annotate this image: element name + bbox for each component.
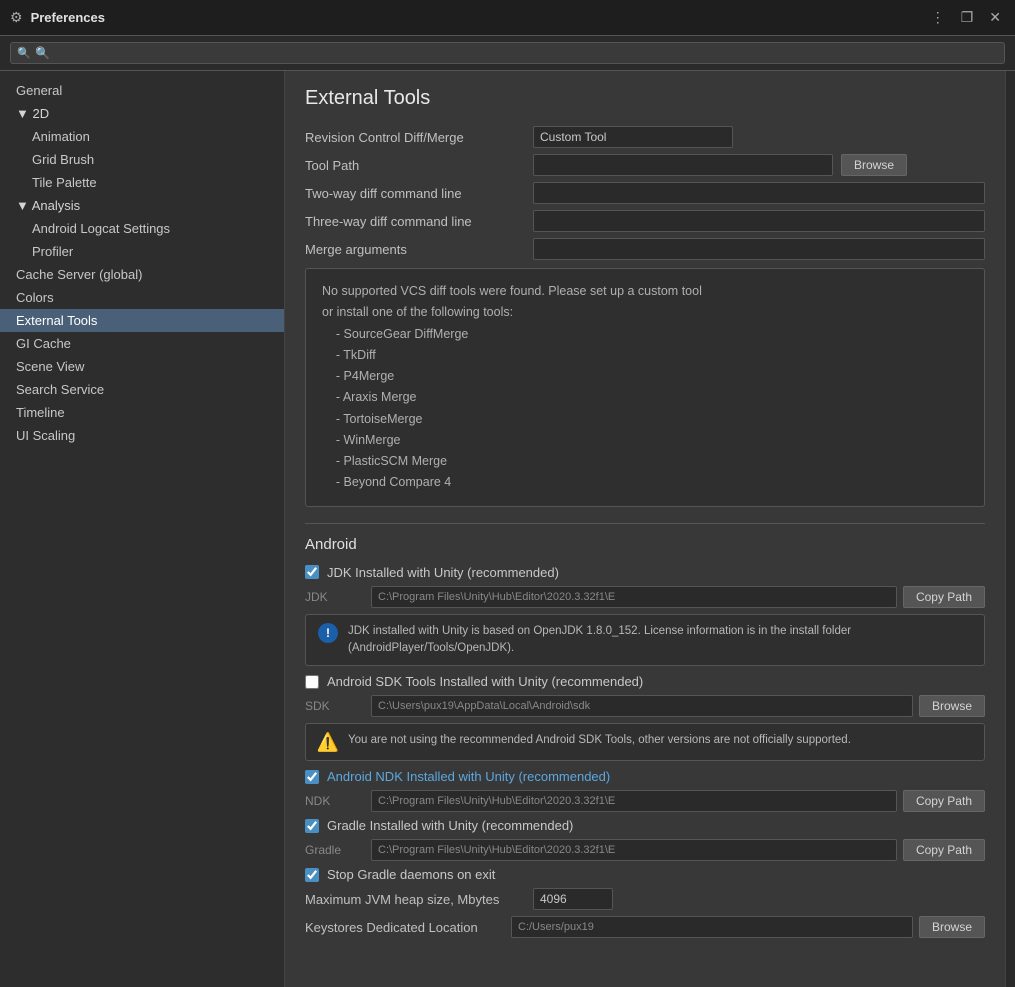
- sdk-path-row: SDK Browse: [305, 695, 985, 717]
- more-options-button[interactable]: ⋮: [927, 7, 949, 28]
- stop-gradle-label[interactable]: Stop Gradle daemons on exit: [327, 867, 495, 882]
- sdk-path-input[interactable]: [371, 695, 913, 717]
- sidebar-item-ui-scaling[interactable]: UI Scaling: [0, 424, 284, 447]
- keystores-row: Keystores Dedicated Location Browse: [305, 916, 985, 938]
- sidebar-item-scene-view[interactable]: Scene View: [0, 355, 284, 378]
- content-area: External Tools Revision Control Diff/Mer…: [285, 71, 1005, 987]
- sidebar-item-analysis[interactable]: ▼ Analysis: [0, 194, 284, 217]
- gradle-checkbox[interactable]: [305, 819, 319, 833]
- sdk-warning-icon: ⚠️: [318, 732, 338, 752]
- two-way-diff-row: Two-way diff command line: [305, 182, 985, 204]
- sdk-browse-button[interactable]: Browse: [919, 695, 985, 717]
- jdk-info-text: JDK installed with Unity is based on Ope…: [348, 623, 972, 658]
- gradle-copy-path-button[interactable]: Copy Path: [903, 839, 985, 861]
- search-icon: 🔍: [17, 47, 31, 60]
- tool-path-row: Tool Path Browse: [305, 154, 985, 176]
- search-input[interactable]: [10, 42, 1005, 64]
- sidebar-item-external-tools[interactable]: External Tools: [0, 309, 284, 332]
- jdk-info-icon: !: [318, 623, 338, 643]
- ndk-checkbox-row: Android NDK Installed with Unity (recomm…: [305, 769, 985, 784]
- gradle-checkbox-label[interactable]: Gradle Installed with Unity (recommended…: [327, 818, 573, 833]
- sdk-warning-text: You are not using the recommended Androi…: [348, 732, 851, 749]
- merge-args-row: Merge arguments: [305, 238, 985, 260]
- keystores-path-input[interactable]: [511, 916, 913, 938]
- close-button[interactable]: ✕: [985, 7, 1005, 28]
- sidebar-item-2d[interactable]: ▼ 2D: [0, 102, 284, 125]
- sidebar-item-grid-brush[interactable]: Grid Brush: [0, 148, 284, 171]
- keystores-label: Keystores Dedicated Location: [305, 920, 505, 935]
- gradle-path-label: Gradle: [305, 843, 365, 857]
- window-title: Preferences: [31, 10, 105, 25]
- sdk-checkbox[interactable]: [305, 675, 319, 689]
- jdk-checkbox[interactable]: [305, 565, 319, 579]
- sidebar-item-gi-cache[interactable]: GI Cache: [0, 332, 284, 355]
- tool-path-input[interactable]: [533, 154, 833, 176]
- sidebar-item-cache-server[interactable]: Cache Server (global): [0, 263, 284, 286]
- jdk-copy-path-button[interactable]: Copy Path: [903, 586, 985, 608]
- sidebar-item-search-service[interactable]: Search Service: [0, 378, 284, 401]
- ndk-path-input[interactable]: [371, 790, 897, 812]
- sdk-checkbox-label[interactable]: Android SDK Tools Installed with Unity (…: [327, 674, 643, 689]
- stop-gradle-row: Stop Gradle daemons on exit: [305, 867, 985, 882]
- ndk-path-label: NDK: [305, 794, 365, 808]
- sdk-path-label: SDK: [305, 699, 365, 713]
- vcs-input[interactable]: [533, 126, 733, 148]
- merge-args-input[interactable]: [533, 238, 985, 260]
- sidebar-item-android-logcat[interactable]: Android Logcat Settings: [0, 217, 284, 240]
- maximize-button[interactable]: ❐: [957, 7, 978, 28]
- merge-args-label: Merge arguments: [305, 242, 525, 257]
- tool-path-browse-button[interactable]: Browse: [841, 154, 907, 176]
- three-way-diff-input[interactable]: [533, 210, 985, 232]
- ndk-copy-path-button[interactable]: Copy Path: [903, 790, 985, 812]
- ndk-checkbox-label[interactable]: Android NDK Installed with Unity (recomm…: [327, 769, 610, 784]
- jvm-heap-input[interactable]: [533, 888, 613, 910]
- sdk-warning-box: ⚠️ You are not using the recommended And…: [305, 723, 985, 761]
- tool-path-label: Tool Path: [305, 158, 525, 173]
- ndk-checkbox[interactable]: [305, 770, 319, 784]
- content-inner: External Tools Revision Control Diff/Mer…: [285, 71, 1005, 960]
- jdk-checkbox-label[interactable]: JDK Installed with Unity (recommended): [327, 565, 559, 580]
- three-way-diff-label: Three-way diff command line: [305, 214, 525, 229]
- three-way-diff-row: Three-way diff command line: [305, 210, 985, 232]
- gear-icon: ⚙: [10, 9, 23, 26]
- android-section-divider: Android: [305, 523, 985, 553]
- jvm-heap-label: Maximum JVM heap size, Mbytes: [305, 892, 525, 907]
- search-wrap: 🔍: [10, 42, 1005, 64]
- sidebar-item-profiler[interactable]: Profiler: [0, 240, 284, 263]
- jdk-checkbox-row: JDK Installed with Unity (recommended): [305, 565, 985, 580]
- jdk-path-input[interactable]: [371, 586, 897, 608]
- jdk-path-label: JDK: [305, 590, 365, 604]
- sdk-checkbox-row: Android SDK Tools Installed with Unity (…: [305, 674, 985, 689]
- two-way-diff-label: Two-way diff command line: [305, 186, 525, 201]
- vcs-info-text: No supported VCS diff tools were found. …: [322, 284, 702, 489]
- jdk-path-row: JDK Copy Path: [305, 586, 985, 608]
- title-bar: ⚙ Preferences ⋮ ❐ ✕: [0, 0, 1015, 36]
- search-bar: 🔍: [0, 36, 1015, 71]
- jvm-heap-row: Maximum JVM heap size, Mbytes: [305, 888, 985, 910]
- gradle-path-input[interactable]: [371, 839, 897, 861]
- sidebar-item-animation[interactable]: Animation: [0, 125, 284, 148]
- jdk-info-box: ! JDK installed with Unity is based on O…: [305, 614, 985, 667]
- ndk-path-row: NDK Copy Path: [305, 790, 985, 812]
- scrollbar-right[interactable]: [1005, 71, 1015, 987]
- vcs-row: Revision Control Diff/Merge: [305, 126, 985, 148]
- android-section-title: Android: [305, 536, 985, 553]
- keystores-browse-button[interactable]: Browse: [919, 916, 985, 938]
- title-bar-controls: ⋮ ❐ ✕: [927, 7, 1005, 28]
- sidebar-item-timeline[interactable]: Timeline: [0, 401, 284, 424]
- two-way-diff-input[interactable]: [533, 182, 985, 204]
- sidebar-item-general[interactable]: General: [0, 79, 284, 102]
- sidebar-item-colors[interactable]: Colors: [0, 286, 284, 309]
- main-layout: General ▼ 2D Animation Grid Brush Tile P…: [0, 71, 1015, 987]
- vcs-info-box: No supported VCS diff tools were found. …: [305, 268, 985, 507]
- sidebar-item-tile-palette[interactable]: Tile Palette: [0, 171, 284, 194]
- gradle-path-row: Gradle Copy Path: [305, 839, 985, 861]
- gradle-checkbox-row: Gradle Installed with Unity (recommended…: [305, 818, 985, 833]
- sidebar: General ▼ 2D Animation Grid Brush Tile P…: [0, 71, 285, 987]
- title-bar-left: ⚙ Preferences: [10, 9, 105, 26]
- page-title: External Tools: [305, 87, 985, 110]
- vcs-label: Revision Control Diff/Merge: [305, 130, 525, 145]
- stop-gradle-checkbox[interactable]: [305, 868, 319, 882]
